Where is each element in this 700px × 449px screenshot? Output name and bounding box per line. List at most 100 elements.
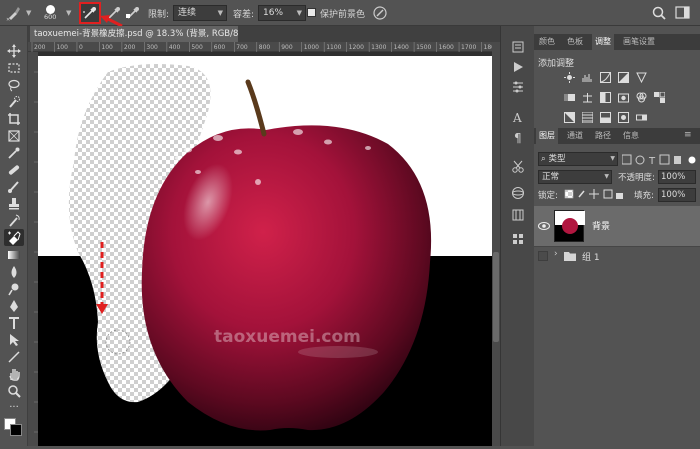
type-icon xyxy=(9,316,19,329)
tab-swatches[interactable]: 色板 xyxy=(564,34,586,50)
adjust-panel-tabs: 颜色 色板 调整 画笔设置 xyxy=(534,34,700,50)
black-white-icon[interactable] xyxy=(600,92,611,103)
tab-adjustments[interactable]: 调整 xyxy=(592,34,614,50)
path-selection-tool[interactable] xyxy=(4,331,24,348)
3d-panel-button[interactable] xyxy=(511,186,525,200)
brightness-icon[interactable] xyxy=(564,72,575,83)
tools-preset-panel-button[interactable] xyxy=(511,160,525,174)
gradient-tool[interactable] xyxy=(4,246,24,263)
brush-tool[interactable] xyxy=(4,178,24,195)
preset-dropdown-icon[interactable]: ▼ xyxy=(26,4,31,22)
search-button[interactable] xyxy=(651,5,667,21)
pixel-filter-icon[interactable] xyxy=(621,154,632,165)
move-tool[interactable] xyxy=(4,42,24,59)
opacity-input[interactable]: 100% xyxy=(658,170,696,184)
more-tools[interactable]: ··· xyxy=(4,399,24,416)
healing-brush-tool[interactable] xyxy=(4,161,24,178)
layer-name: 组 1 xyxy=(582,253,600,263)
canvas-area[interactable]: taoxuemei.com xyxy=(38,52,492,446)
layer-filter-select[interactable]: ⌕ 类型 ▼ xyxy=(538,152,618,166)
tolerance-input[interactable]: 16% ▼ xyxy=(258,5,306,21)
shape-filter-icon[interactable] xyxy=(659,154,670,165)
workspace-button[interactable] xyxy=(675,6,691,20)
layer-name: 背景 xyxy=(592,222,611,232)
background-color-swatch[interactable] xyxy=(10,424,22,436)
eyedropper-tool[interactable] xyxy=(4,144,24,161)
history-panel-button[interactable] xyxy=(511,40,525,54)
panel-menu-icon[interactable]: ≡ xyxy=(684,130,692,140)
lasso-tool[interactable] xyxy=(4,76,24,93)
channel-mixer-icon[interactable] xyxy=(636,92,647,103)
frame-tool[interactable] xyxy=(4,127,24,144)
color-lookup-icon[interactable] xyxy=(654,91,666,103)
fill-label: 填充: xyxy=(634,191,654,201)
tab-info[interactable]: 信息 xyxy=(620,128,642,144)
fill-input[interactable]: 100% xyxy=(658,188,696,202)
layer-row-group[interactable]: › 组 1 xyxy=(534,246,700,264)
curves-icon[interactable] xyxy=(600,72,611,83)
swatches-panel-button[interactable] xyxy=(511,232,525,246)
tools-panel: ··· xyxy=(0,26,28,446)
zoom-tool[interactable] xyxy=(4,382,24,399)
paragraph-panel-button[interactable]: ¶ xyxy=(511,130,525,145)
clone-stamp-tool[interactable] xyxy=(4,195,24,212)
tab-layers[interactable]: 图层 xyxy=(536,128,558,144)
adjustment-filter-icon[interactable] xyxy=(635,155,645,165)
invert-icon[interactable] xyxy=(564,112,575,123)
lock-transparent-icon[interactable] xyxy=(564,189,574,199)
visibility-empty-box[interactable] xyxy=(538,251,548,261)
blur-tool[interactable] xyxy=(4,263,24,280)
smart-object-filter-icon[interactable] xyxy=(674,156,681,164)
selective-color-icon[interactable] xyxy=(618,112,629,123)
tool-preset-icon[interactable]: ✕ xyxy=(6,4,22,22)
marquee-tool[interactable] xyxy=(4,59,24,76)
brush-size-picker[interactable]: 600 xyxy=(44,4,56,22)
blend-mode-select[interactable]: 正常 ▼ xyxy=(538,170,612,184)
posterize-icon[interactable] xyxy=(581,111,594,124)
vibrance-icon[interactable] xyxy=(636,72,647,84)
tab-channels[interactable]: 通道 xyxy=(564,128,586,144)
libraries-panel-button[interactable] xyxy=(511,208,525,222)
document-canvas[interactable]: taoxuemei.com xyxy=(38,52,492,446)
lock-artboard-icon[interactable] xyxy=(603,189,613,199)
photo-filter-icon[interactable] xyxy=(618,92,629,103)
history-brush-tool[interactable] xyxy=(4,212,24,229)
background-eraser-tool[interactable] xyxy=(4,229,24,246)
tab-color[interactable]: 颜色 xyxy=(536,34,558,50)
type-tool[interactable] xyxy=(4,314,24,331)
quick-selection-tool[interactable] xyxy=(4,93,24,110)
lock-pixels-icon[interactable] xyxy=(578,190,585,198)
line-tool[interactable] xyxy=(4,348,24,365)
filter-toggle-icon[interactable] xyxy=(688,156,696,164)
tab-brush-settings[interactable]: 画笔设置 xyxy=(620,34,658,50)
lock-position-icon[interactable] xyxy=(589,189,599,199)
lock-all-icon[interactable] xyxy=(616,193,623,199)
chevron-right-icon[interactable]: › xyxy=(554,249,558,259)
brush-picker-dropdown-icon[interactable]: ▼ xyxy=(66,4,71,22)
exposure-icon[interactable] xyxy=(618,72,629,83)
levels-icon[interactable] xyxy=(582,72,593,83)
hand-tool[interactable] xyxy=(4,365,24,382)
document-tab[interactable]: taoxuemei-背景橡皮擦.psd @ 18.3% (背景, RGB/8) … xyxy=(30,26,238,42)
eye-icon[interactable] xyxy=(538,221,550,231)
protect-foreground-checkbox[interactable] xyxy=(307,8,316,17)
tab-paths[interactable]: 路径 xyxy=(592,128,614,144)
hue-saturation-icon[interactable] xyxy=(564,92,575,103)
pen-tool[interactable] xyxy=(4,297,24,314)
dodge-tool[interactable] xyxy=(4,280,24,297)
color-balance-icon[interactable] xyxy=(582,92,593,103)
limit-select[interactable]: 连续 ▼ xyxy=(173,5,227,21)
svg-text:A: A xyxy=(512,111,522,124)
scrollbar-thumb[interactable] xyxy=(493,252,499,342)
actions-panel-button[interactable] xyxy=(511,60,525,74)
layer-thumbnail xyxy=(554,210,585,242)
type-filter-icon[interactable]: T xyxy=(648,156,656,167)
gradient-map-icon[interactable] xyxy=(636,112,647,123)
pressure-size-button[interactable] xyxy=(372,5,388,21)
properties-panel-button[interactable] xyxy=(511,80,525,94)
threshold-icon[interactable] xyxy=(600,112,611,123)
layer-row-background[interactable]: 背景 xyxy=(534,206,700,246)
crop-tool[interactable] xyxy=(4,110,24,127)
vertical-scrollbar[interactable] xyxy=(492,42,500,446)
character-panel-button[interactable]: A xyxy=(511,110,525,125)
